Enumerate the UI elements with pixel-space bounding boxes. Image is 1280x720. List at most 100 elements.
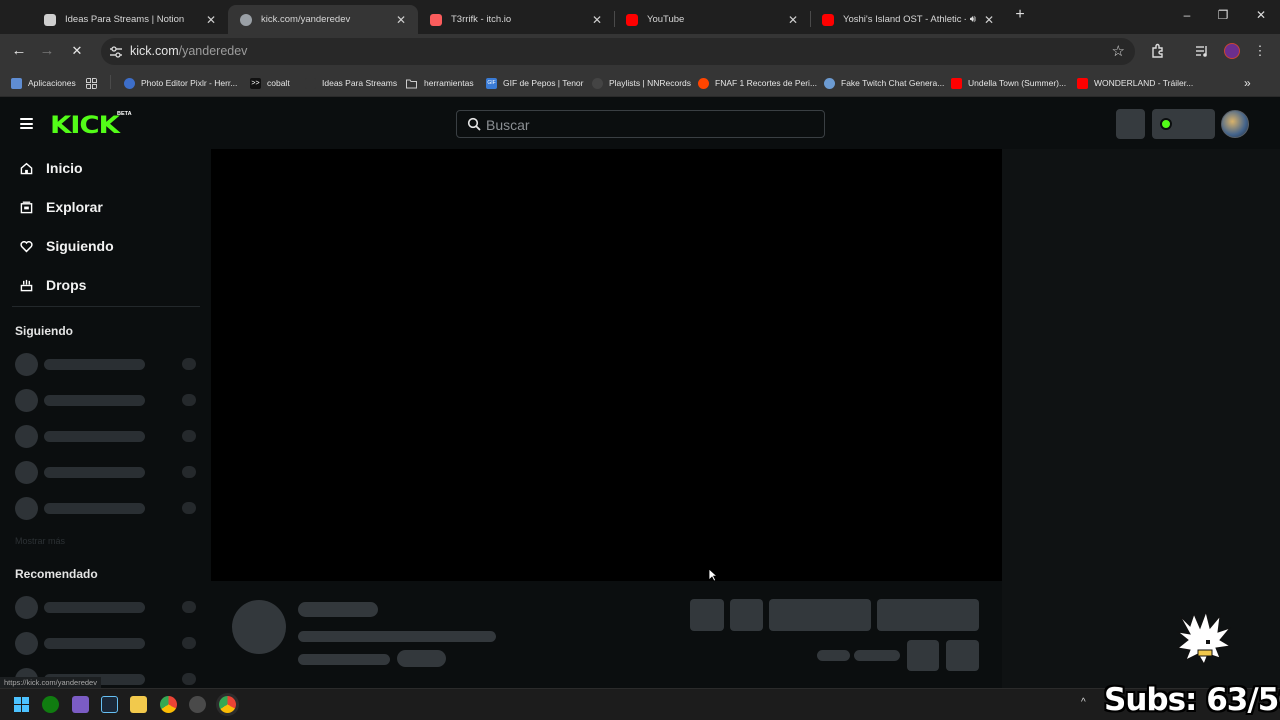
window-close-button[interactable]: ✕ bbox=[1252, 8, 1270, 24]
steam-icon[interactable] bbox=[101, 696, 118, 713]
close-icon[interactable]: ✕ bbox=[394, 13, 408, 27]
tab-notion[interactable]: Ideas Para Streams | Notion ✕ bbox=[32, 5, 228, 34]
tab-title: kick.com/yanderedev bbox=[261, 14, 351, 25]
bookmark-playlists[interactable]: Playlists | NNRecords bbox=[592, 76, 691, 90]
bookmark-separator bbox=[110, 75, 111, 89]
skeleton-tag bbox=[397, 650, 446, 667]
close-icon[interactable]: ✕ bbox=[982, 13, 996, 27]
chrome-icon[interactable] bbox=[160, 696, 177, 713]
bookmark-fnaf[interactable]: FNAF 1 Recortes de Peri... bbox=[698, 76, 817, 90]
channel-info-skeleton bbox=[211, 581, 1002, 688]
tab-youtube[interactable]: YouTube ✕ bbox=[614, 5, 810, 34]
notion-icon bbox=[305, 77, 316, 89]
maximize-button[interactable]: ❐ bbox=[1214, 8, 1232, 24]
bookmark-undella-town[interactable]: Undella Town (Summer)... bbox=[951, 76, 1066, 90]
address-bar[interactable]: kick.com/yanderedev ☆ bbox=[101, 38, 1135, 65]
bookmark-label: Fake Twitch Chat Genera... bbox=[841, 78, 945, 88]
skeleton-button bbox=[730, 599, 763, 631]
globe-icon bbox=[824, 77, 835, 89]
windows-start-icon[interactable] bbox=[13, 696, 30, 713]
apps-grid-icon bbox=[11, 77, 22, 89]
skeleton-line bbox=[817, 650, 850, 661]
close-icon[interactable]: ✕ bbox=[204, 13, 218, 27]
chrome-active-icon[interactable] bbox=[219, 696, 236, 713]
gif-icon: GIF bbox=[486, 77, 497, 89]
search-input[interactable]: Buscar bbox=[456, 110, 825, 138]
forward-icon[interactable]: → bbox=[38, 42, 56, 60]
menu-kebab-icon[interactable]: ⋮ bbox=[1252, 43, 1268, 59]
app-icon[interactable] bbox=[72, 696, 89, 713]
show-more-link[interactable]: Mostrar más bbox=[15, 536, 65, 546]
bookmark-grid[interactable] bbox=[86, 76, 103, 90]
media-control-icon[interactable] bbox=[1194, 43, 1210, 59]
bookmark-herramientas[interactable]: herramientas bbox=[405, 76, 474, 90]
close-icon[interactable]: ✕ bbox=[590, 13, 604, 27]
bookmark-pixlr[interactable]: Photo Editor Pixlr - Herr... bbox=[124, 76, 237, 90]
file-explorer-icon[interactable] bbox=[130, 696, 147, 713]
kick-favicon-icon bbox=[240, 13, 252, 26]
bookmark-ideas-para-streams[interactable]: Ideas Para Streams bbox=[305, 76, 397, 90]
hamburger-menu-icon[interactable] bbox=[20, 118, 33, 129]
video-player[interactable] bbox=[211, 149, 1002, 581]
tab-kick[interactable]: kick.com/yanderedev ✕ bbox=[228, 5, 418, 34]
bookmark-star-icon[interactable]: ☆ bbox=[1112, 42, 1125, 60]
skeleton-line bbox=[854, 650, 900, 661]
minimize-button[interactable]: – bbox=[1178, 8, 1196, 24]
tab-itch[interactable]: T3rrifk - itch.io ✕ bbox=[418, 5, 614, 34]
sidebar-item-drops[interactable]: Drops bbox=[20, 275, 86, 295]
user-avatar[interactable] bbox=[1221, 110, 1249, 138]
pixlr-icon bbox=[124, 77, 135, 89]
compass-icon bbox=[20, 201, 33, 213]
bookmark-fake-twitch-chat[interactable]: Fake Twitch Chat Genera... bbox=[824, 76, 944, 90]
youtube-icon bbox=[951, 77, 962, 89]
tab-title: T3rrifk - itch.io bbox=[451, 14, 512, 25]
extensions-icon[interactable] bbox=[1150, 43, 1166, 59]
profile-avatar-icon[interactable] bbox=[1224, 43, 1240, 59]
skeleton-button bbox=[690, 599, 724, 631]
speaker-icon[interactable]: 🔊︎ bbox=[970, 14, 976, 25]
skeleton-button bbox=[769, 599, 871, 631]
bookmark-aplicaciones[interactable]: Aplicaciones bbox=[11, 76, 76, 90]
sidebar-item-label: Explorar bbox=[46, 199, 103, 215]
kicks-balance-button[interactable] bbox=[1152, 109, 1215, 139]
xbox-icon[interactable] bbox=[42, 696, 59, 713]
beta-badge: BETA bbox=[117, 111, 132, 117]
sidebar-item-siguiendo[interactable]: Siguiendo bbox=[20, 236, 114, 256]
tray-chevron-up-icon[interactable]: ^ bbox=[1081, 697, 1086, 708]
skeleton-button bbox=[907, 640, 939, 671]
close-icon[interactable]: ✕ bbox=[786, 13, 800, 27]
heart-icon bbox=[20, 240, 33, 252]
skeleton-avatar bbox=[232, 600, 286, 654]
new-tab-button[interactable]: + bbox=[1012, 7, 1028, 24]
more-bookmarks-chevron-icon[interactable]: » bbox=[1244, 76, 1251, 90]
bookmark-gif-pepos[interactable]: GIF GIF de Pepos | Tenor bbox=[486, 76, 583, 90]
tab-title: Yoshi's Island OST - Athletic - Yo bbox=[843, 14, 966, 25]
sidebar-item-label: Drops bbox=[46, 277, 87, 293]
url-text: kick.com/yanderedev bbox=[130, 44, 247, 58]
stop-loading-icon[interactable]: ✕ bbox=[68, 42, 86, 60]
itch-icon bbox=[430, 13, 442, 26]
bookmark-label: FNAF 1 Recortes de Peri... bbox=[715, 78, 818, 88]
notifications-button[interactable] bbox=[1116, 109, 1145, 139]
skeleton-channel-row bbox=[15, 425, 196, 448]
youtube-icon bbox=[1077, 77, 1088, 89]
kick-logo[interactable]: KICK bbox=[50, 111, 120, 139]
sidebar-divider bbox=[12, 306, 200, 307]
back-icon[interactable]: ← bbox=[10, 42, 28, 60]
search-icon bbox=[467, 117, 481, 131]
browser-toolbar: ← → ✕ kick.com/yanderedev ☆ ⋮ bbox=[0, 34, 1280, 69]
app-icon[interactable] bbox=[189, 696, 206, 713]
site-settings-icon[interactable] bbox=[109, 45, 123, 59]
skeleton-channel-row bbox=[15, 596, 196, 619]
kick-page: KICK BETA Buscar Inicio Explorar Siguien… bbox=[0, 97, 1280, 688]
sidebar-item-explorar[interactable]: Explorar bbox=[20, 197, 103, 217]
sidebar-item-label: Inicio bbox=[46, 160, 83, 176]
bookmark-wonderland[interactable]: WONDERLAND - Tráiler... bbox=[1077, 76, 1193, 90]
notion-icon bbox=[44, 13, 56, 26]
bookmark-cobalt[interactable]: >> cobalt bbox=[250, 76, 290, 90]
tab-yoshi[interactable]: Yoshi's Island OST - Athletic - Yo 🔊︎ ✕ bbox=[810, 5, 1006, 34]
sidebar-item-inicio[interactable]: Inicio bbox=[20, 158, 83, 178]
bookmark-label: Undella Town (Summer)... bbox=[968, 78, 1067, 88]
mouse-cursor-icon bbox=[708, 568, 718, 582]
sidebar-item-label: Siguiendo bbox=[46, 238, 114, 254]
